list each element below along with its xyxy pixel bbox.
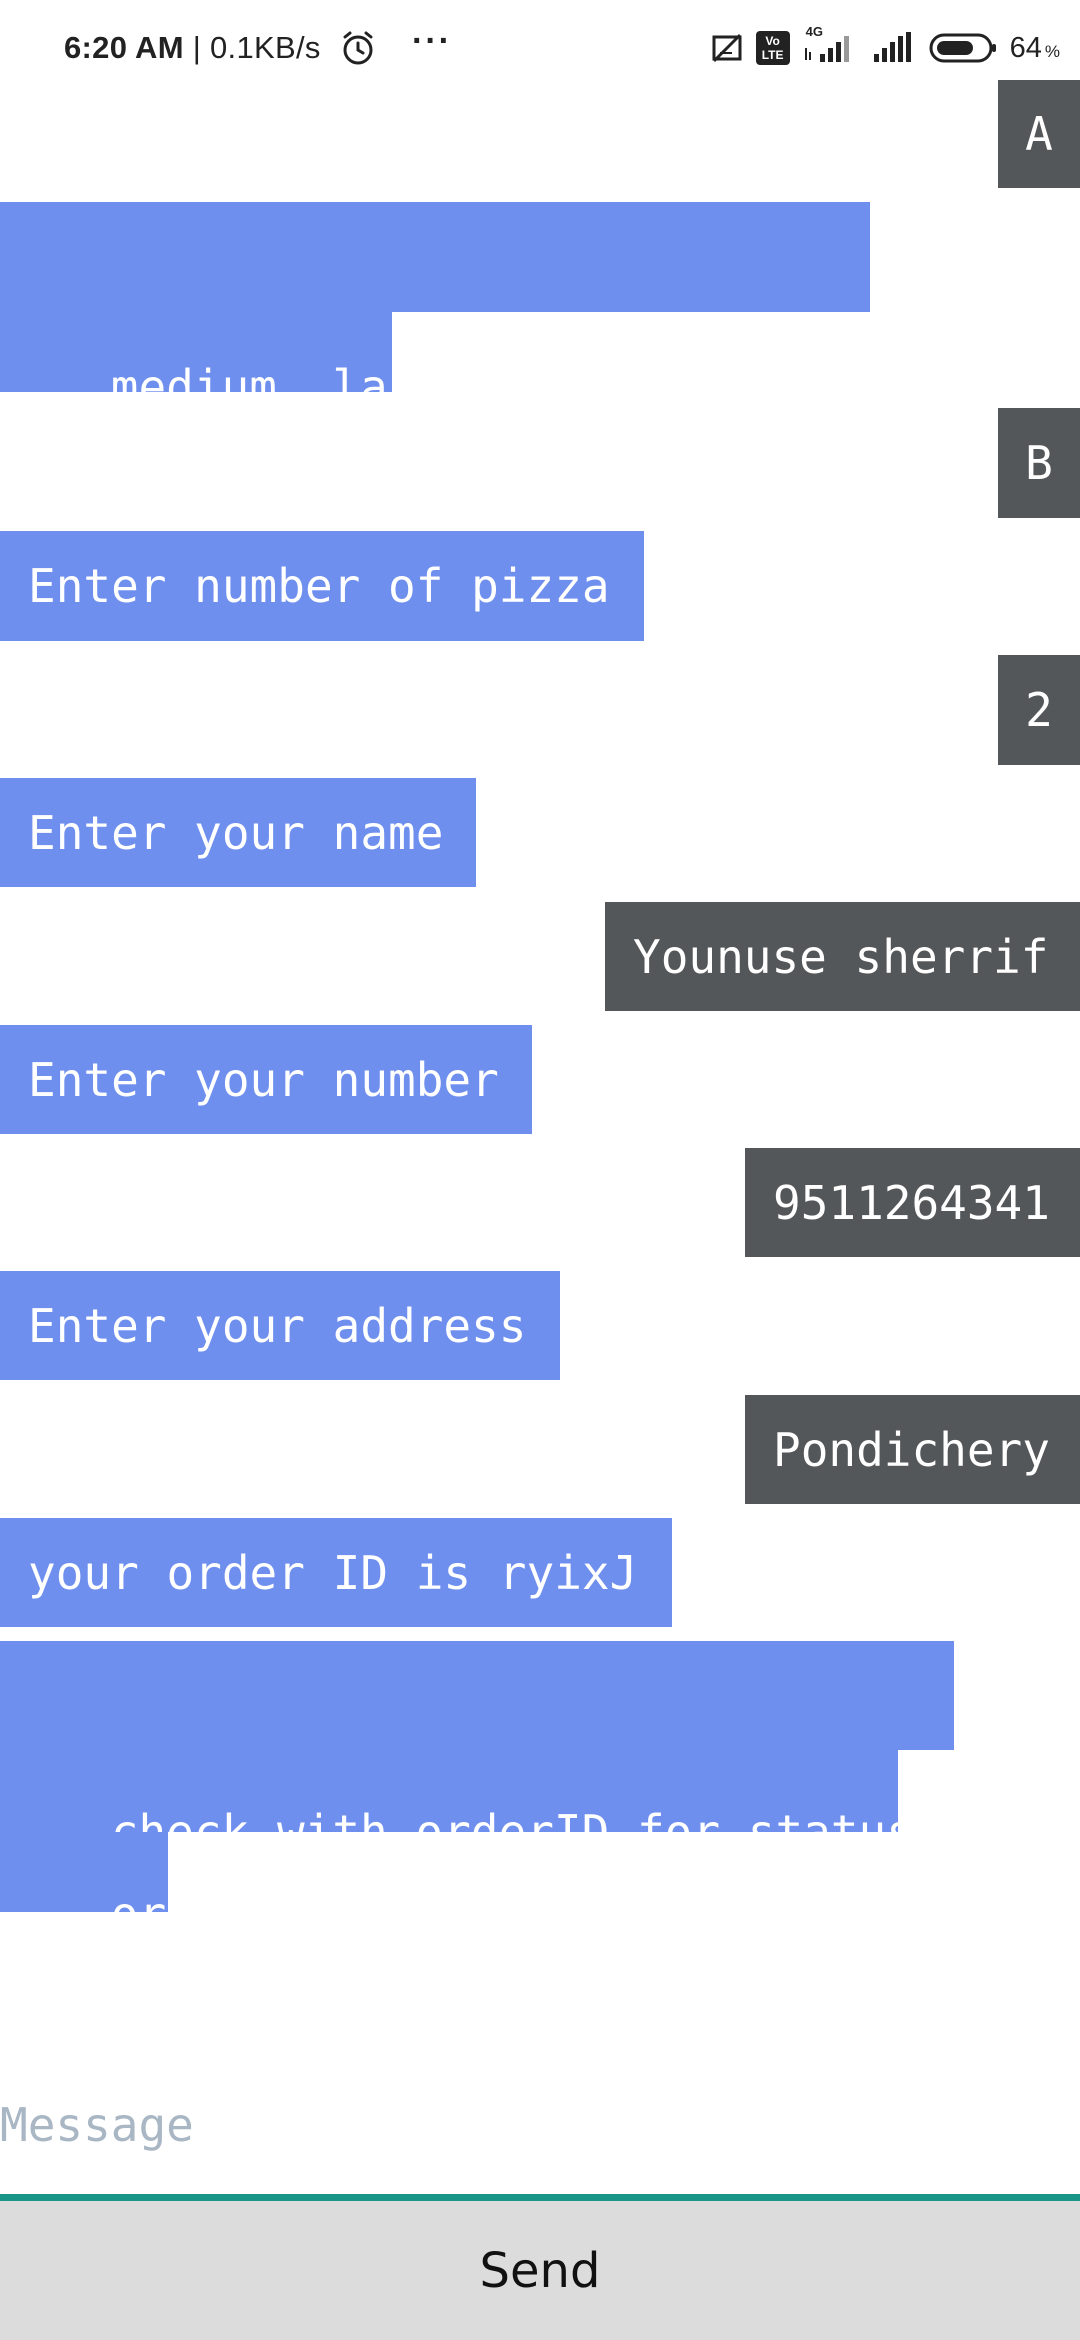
send-label: Send [479,2242,601,2299]
bot-message-line: Enter a or b or c for regular, [0,202,969,394]
bot-message: Enter your address [0,1271,560,1380]
message-text: medium, large [110,360,499,414]
message-text: B [1025,436,1053,490]
message-text: Younuse sherrif [633,929,1049,984]
message-text: 9511264341 [773,1175,1050,1230]
message-text: Enter number of pizza [28,559,610,613]
user-message: Pondichery [745,1395,1080,1504]
message-text: order [110,1887,277,1941]
user-message: Younuse sherrif [605,902,1080,1011]
message-text: Enter your name [28,805,444,860]
user-message: A [998,80,1080,188]
bot-message-line: order [0,1832,249,1941]
message-text: 2 [1025,683,1053,737]
user-message: 9511264341 [745,1148,1080,1257]
bot-message-line: medium, large [0,312,471,412]
bot-message: Enter your number [0,1025,532,1134]
input-underline [0,2194,1080,2201]
message-text: Pondichery [773,1422,1050,1477]
message-text: Enter your address [28,1298,527,1353]
send-button[interactable]: Send [0,2201,1080,2340]
user-message: B [998,408,1080,518]
bot-message: your order ID is ryixJ [0,1518,672,1627]
message-text: check with orderID for status of [110,1805,997,1859]
bot-message-line: check with orderID for status of [0,1750,997,1859]
message-text: your order ID is ryixJ [28,1545,638,1600]
bot-message: Enter your name [0,778,476,887]
bot-message-line: your order has been placed please [0,1641,1052,1831]
bot-message: Enter number of pizza [0,531,644,641]
message-text: Enter your number [28,1052,499,1107]
chat-area[interactable]: A Enter a or b or c for regular, medium,… [0,0,1080,2340]
message-text: A [1025,107,1053,161]
user-message: 2 [998,655,1080,765]
message-input[interactable] [0,2090,1080,2160]
